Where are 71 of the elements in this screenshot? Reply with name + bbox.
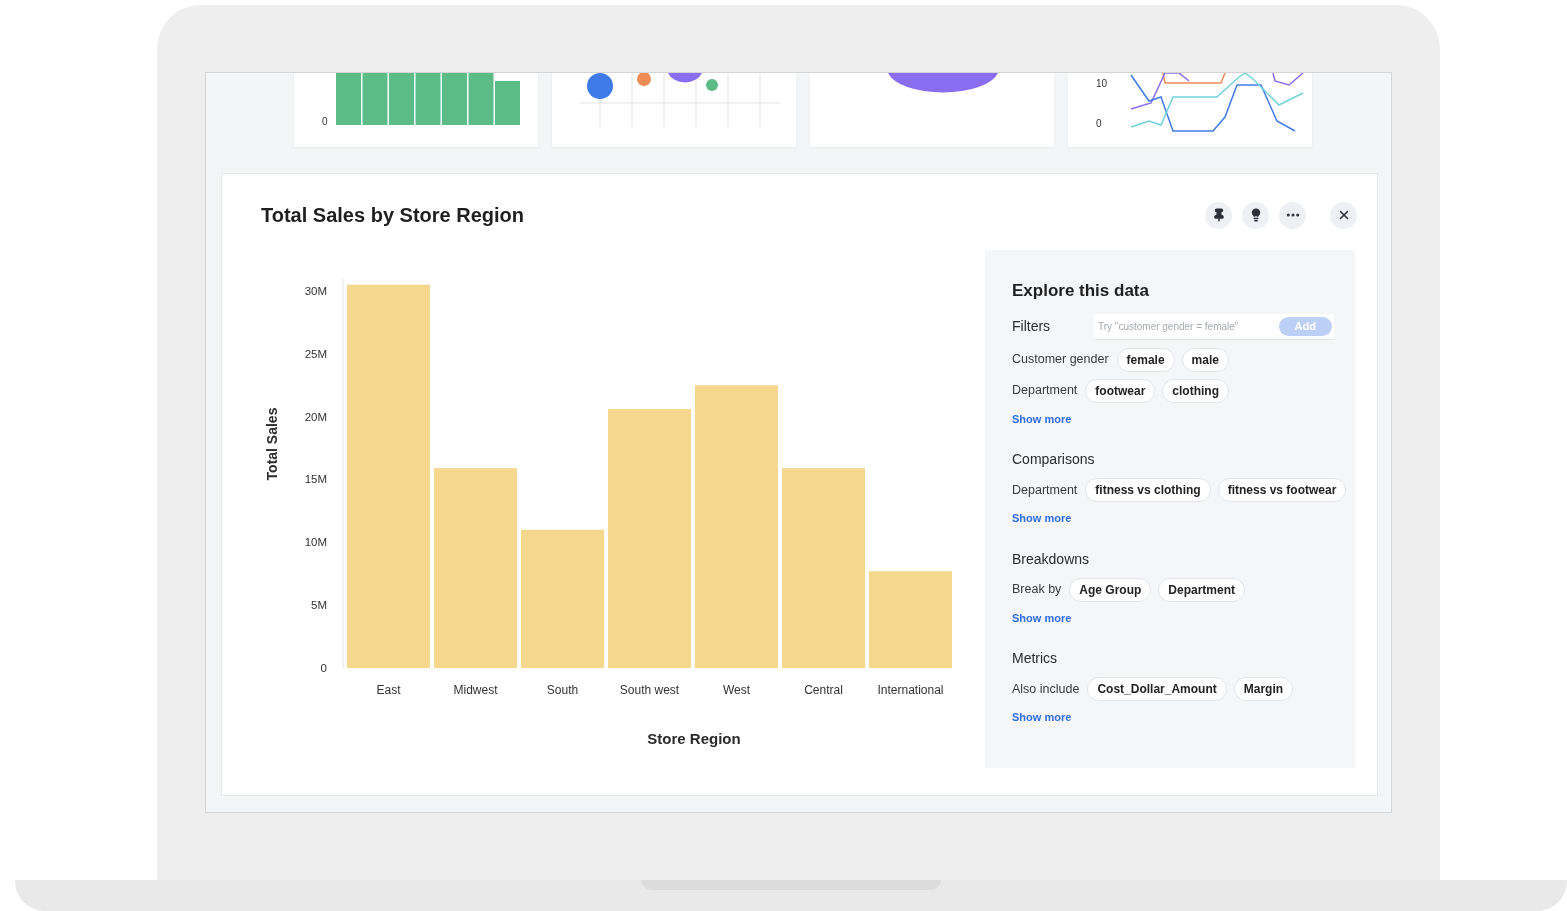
- y-tick-label: 15M: [304, 473, 327, 486]
- bar[interactable]: [695, 385, 778, 668]
- chart-thumbnail-card[interactable]: 0: [294, 73, 538, 147]
- panel-title: Explore this data: [1012, 280, 1150, 302]
- bar[interactable]: [521, 529, 604, 668]
- section-title: Metrics: [1012, 649, 1059, 668]
- bar[interactable]: [347, 284, 430, 668]
- scatter-point: [706, 79, 718, 91]
- axis-tick-label: 0: [322, 117, 328, 127]
- x-axis-title: Store Region: [647, 730, 741, 747]
- row-label: Break by: [1012, 581, 1062, 599]
- y-axis-title: Total Sales: [264, 407, 280, 481]
- y-tick-label: 20M: [304, 410, 327, 423]
- card-title: Total Sales by Store Region: [261, 203, 526, 228]
- bar: [468, 73, 494, 125]
- x-tick-label: East: [376, 683, 401, 697]
- y-tick-label: 0: [320, 662, 327, 674]
- bar: [362, 73, 388, 125]
- row-label: Department: [1012, 481, 1078, 499]
- bar[interactable]: [869, 571, 952, 668]
- scatter-point: [668, 73, 702, 83]
- axis-tick-label: 0: [1096, 119, 1103, 129]
- x-tick-label: South west: [619, 683, 680, 697]
- chart-thumbnail-card[interactable]: 10 0: [1068, 73, 1312, 147]
- row-label: Customer gender: [1012, 351, 1109, 369]
- axis-tick-label: 10: [1096, 79, 1108, 89]
- show-more-link[interactable]: Show more: [1012, 709, 1355, 726]
- scatter-point: [587, 73, 613, 99]
- chart-thumbnail-card[interactable]: [552, 73, 796, 147]
- pin-icon: [1211, 208, 1226, 222]
- suggestion-chip[interactable]: footwear: [1085, 378, 1156, 403]
- show-more-link[interactable]: Show more: [1012, 410, 1355, 427]
- y-tick-label: 5M: [311, 599, 327, 612]
- suggestion-chip[interactable]: Age Group: [1069, 577, 1152, 602]
- suggestion-chip[interactable]: fitness vs footwear: [1217, 478, 1347, 502]
- pin-button[interactable]: [1205, 201, 1232, 229]
- row-label: Also include: [1012, 680, 1080, 698]
- suggestion-chip[interactable]: female: [1116, 347, 1175, 372]
- x-tick-label: Central: [804, 683, 843, 697]
- bar[interactable]: [434, 468, 517, 668]
- suggestion-chip[interactable]: fitness vs clothing: [1085, 478, 1211, 502]
- row-label: Department: [1012, 382, 1078, 400]
- bar: [335, 73, 361, 125]
- scatter-point: [637, 73, 651, 86]
- bar: [388, 73, 414, 125]
- show-more-link[interactable]: Show more: [1012, 609, 1355, 626]
- suggestion-chip[interactable]: Department: [1158, 577, 1246, 602]
- insight-button[interactable]: [1242, 201, 1269, 229]
- suggestion-chip[interactable]: Cost_Dollar_Amount: [1087, 677, 1227, 701]
- bar[interactable]: [782, 468, 865, 668]
- bar: [415, 73, 441, 125]
- x-tick-label: West: [722, 683, 751, 697]
- section-title: Filters: [1012, 317, 1052, 336]
- section-title: Breakdowns: [1012, 549, 1091, 569]
- x-tick-label: International: [877, 683, 944, 697]
- bar: [441, 73, 467, 125]
- suggestion-chip[interactable]: clothing: [1162, 378, 1229, 403]
- y-tick-label: 25M: [304, 347, 327, 360]
- suggestion-chip[interactable]: male: [1181, 347, 1229, 372]
- show-more-link[interactable]: Show more: [1012, 510, 1355, 527]
- chart-thumbnail-card[interactable]: [810, 73, 1054, 147]
- x-tick-label: South: [546, 683, 579, 697]
- section-title: Comparisons: [1012, 450, 1092, 469]
- close-button[interactable]: [1330, 201, 1357, 229]
- more-button[interactable]: [1279, 201, 1306, 229]
- x-tick-label: Midwest: [453, 683, 498, 697]
- y-tick-label: 10M: [304, 536, 327, 549]
- bar: [494, 81, 520, 125]
- suggestion-chip[interactable]: Margin: [1233, 677, 1294, 701]
- y-tick-label: 30M: [304, 284, 327, 297]
- bar[interactable]: [608, 409, 691, 668]
